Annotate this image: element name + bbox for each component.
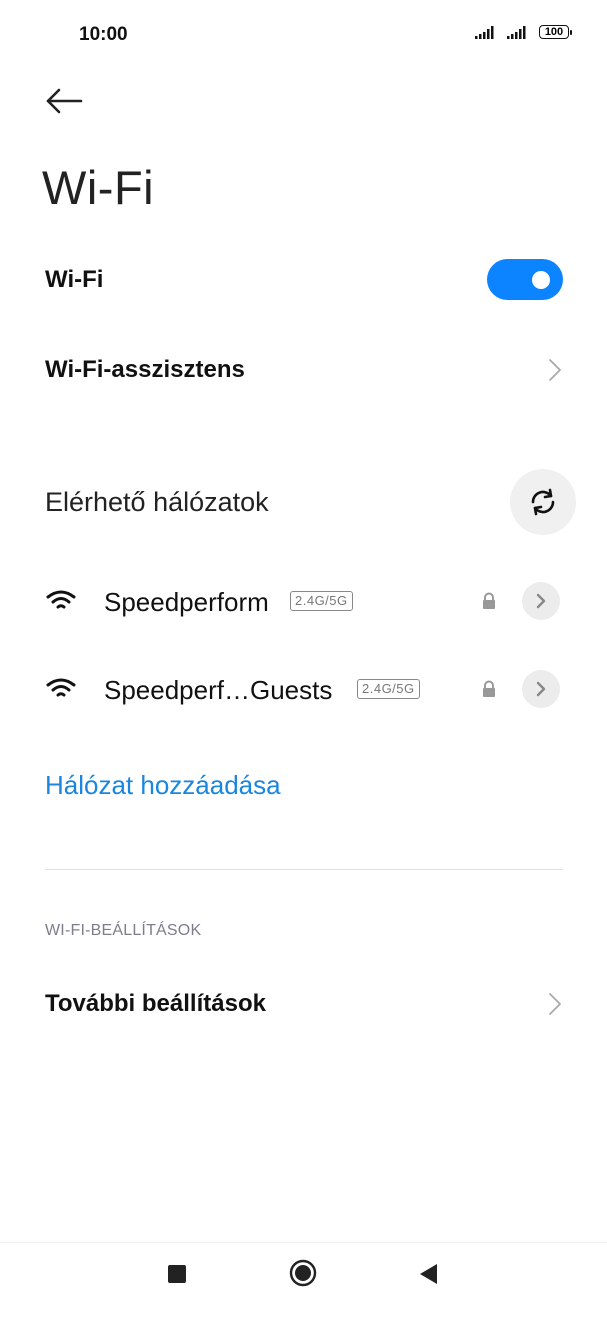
battery-level: 100	[544, 25, 564, 38]
network-item[interactable]: Speedperf…Guests 2.4G/5G	[0, 659, 607, 719]
battery-icon: 100	[539, 25, 572, 39]
lock-icon	[483, 680, 495, 697]
wifi-toggle-label: Wi-Fi	[45, 266, 104, 293]
lock-icon	[483, 592, 495, 609]
signal-icon	[475, 26, 494, 39]
band-badge: 2.4G/5G	[290, 591, 353, 611]
network-item[interactable]: Speedperform 2.4G/5G	[0, 571, 607, 631]
settings-section-header: WI-FI-BEÁLLÍTÁSOK	[45, 922, 202, 939]
available-networks-title: Elérhető hálózatok	[45, 487, 269, 517]
refresh-button[interactable]	[510, 469, 576, 535]
status-icons: 100	[475, 25, 572, 39]
signal-icon-2	[507, 26, 526, 39]
toggle-knob	[532, 271, 550, 289]
chevron-right-icon	[549, 359, 561, 381]
wifi-toggle-switch[interactable]	[487, 259, 563, 300]
home-circle-icon[interactable]	[289, 1259, 317, 1287]
refresh-icon	[531, 488, 555, 516]
add-network-link[interactable]: Hálózat hozzáadása	[45, 770, 281, 801]
page-title: Wi-Fi	[42, 161, 155, 214]
back-arrow-icon[interactable]	[44, 86, 84, 116]
wifi-signal-icon	[46, 678, 76, 697]
band-badge: 2.4G/5G	[357, 679, 420, 699]
more-settings-item[interactable]: További beállítások	[45, 990, 266, 1018]
network-details-button[interactable]	[522, 582, 560, 620]
chevron-right-icon	[536, 681, 546, 697]
status-time: 10:00	[79, 24, 128, 45]
chevron-right-icon	[549, 993, 561, 1015]
back-triangle-icon[interactable]	[418, 1262, 438, 1286]
network-details-button[interactable]	[522, 670, 560, 708]
wifi-signal-icon	[46, 590, 76, 609]
recents-square-icon[interactable]	[168, 1265, 186, 1283]
wifi-assistant-item[interactable]: Wi-Fi-asszisztens	[45, 356, 245, 384]
network-name: Speedperf…Guests	[104, 675, 333, 705]
network-name: Speedperform	[104, 587, 269, 617]
chevron-right-icon	[536, 593, 546, 609]
divider	[45, 869, 563, 870]
system-nav-bar	[0, 1242, 607, 1317]
